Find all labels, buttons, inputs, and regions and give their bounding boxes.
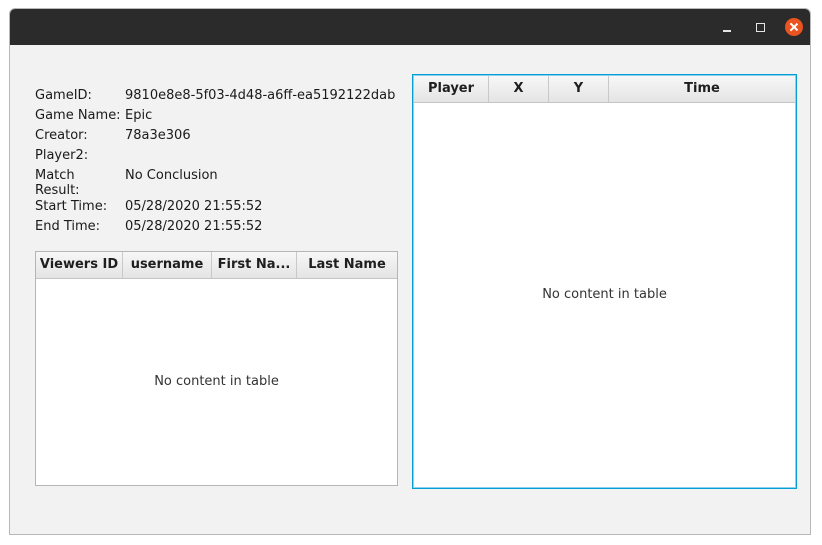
minimize-icon[interactable] — [719, 18, 737, 36]
column-header-player[interactable]: Player — [414, 76, 489, 102]
match-result-label: Match Result: — [35, 168, 80, 198]
viewers-table[interactable]: Viewers ID username First Na... Last Nam… — [35, 251, 398, 486]
column-header-time[interactable]: Time — [609, 76, 795, 102]
creator-value: 78a3e306 — [125, 128, 191, 143]
column-header-viewers-id[interactable]: Viewers ID — [36, 252, 123, 278]
moves-table[interactable]: Player X Y Time No content in table — [412, 74, 797, 489]
column-header-last-name[interactable]: Last Name — [297, 252, 397, 278]
viewers-table-header: Viewers ID username First Na... Last Nam… — [36, 252, 397, 279]
title-bar[interactable] — [10, 9, 810, 45]
creator-label: Creator: — [35, 128, 88, 143]
close-icon[interactable] — [785, 18, 803, 36]
start-time-label: Start Time: — [35, 199, 108, 214]
end-time-value: 05/28/2020 21:55:52 — [125, 219, 263, 234]
game-id-label: GameID: — [35, 88, 92, 103]
player2-label: Player2: — [35, 148, 89, 163]
game-id-value: 9810e8e8-5f03-4d48-a6ff-ea5192122dab — [125, 88, 396, 103]
maximize-icon[interactable] — [752, 18, 770, 36]
viewers-empty-message: No content in table — [154, 374, 279, 389]
end-time-label: End Time: — [35, 219, 101, 234]
start-time-value: 05/28/2020 21:55:52 — [125, 199, 263, 214]
column-header-first-name[interactable]: First Na... — [212, 252, 297, 278]
column-header-username[interactable]: username — [123, 252, 212, 278]
column-header-x[interactable]: X — [489, 76, 549, 102]
moves-table-header: Player X Y Time — [414, 76, 795, 103]
game-details-window: GameID: 9810e8e8-5f03-4d48-a6ff-ea519212… — [9, 8, 811, 535]
moves-empty-message: No content in table — [542, 287, 667, 302]
game-name-label: Game Name: — [35, 108, 121, 123]
game-name-value: Epic — [125, 108, 153, 123]
match-result-value: No Conclusion — [125, 168, 218, 183]
column-header-y[interactable]: Y — [549, 76, 609, 102]
